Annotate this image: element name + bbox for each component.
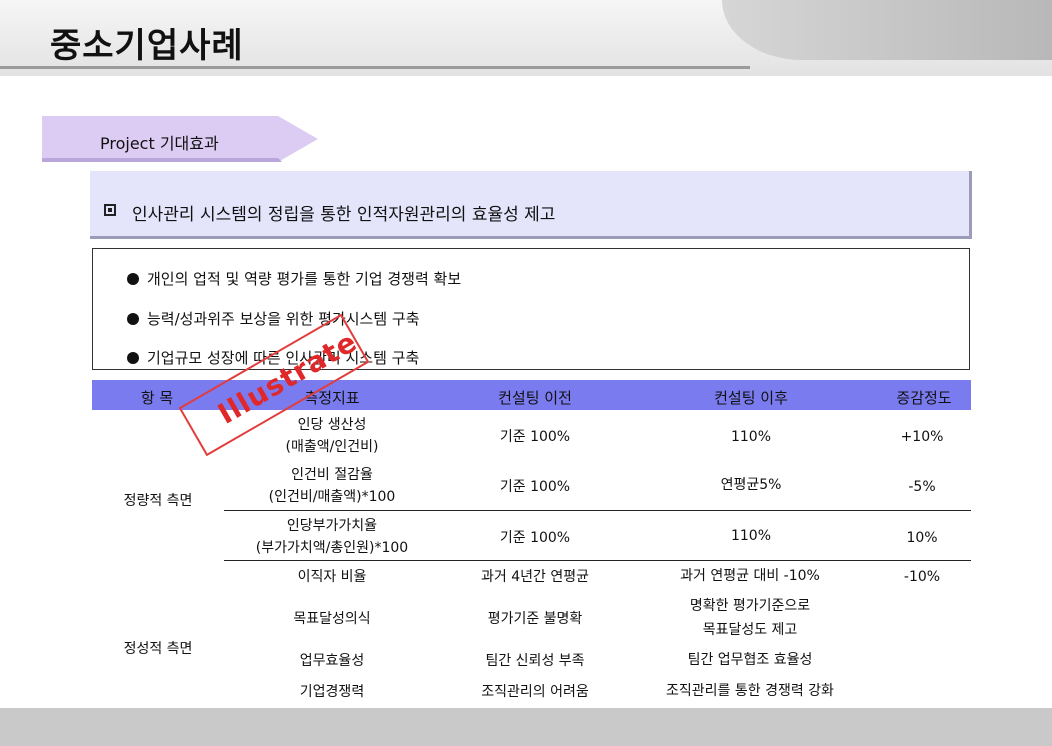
bullet-icon — [127, 273, 139, 285]
before-cell: 과거 4년간 연평균 — [481, 569, 589, 585]
after-line: 명확한 평가기준으로 — [689, 598, 811, 614]
metric-cell: 업무효율성 — [299, 653, 365, 669]
metric-cell: 목표달성의식 — [293, 611, 371, 627]
before-cell: 기준 100% — [499, 429, 571, 445]
column-header-change: 증감정도 — [896, 389, 952, 407]
after-line: 목표달성도 제고 — [702, 622, 798, 638]
after-cell: 연평균5% — [720, 477, 782, 493]
section-tag: Project 기대효과 — [42, 116, 318, 162]
category-label: 정성적 측면 — [123, 641, 193, 657]
metric-cell: 기업경쟁력 — [299, 684, 365, 700]
before-cell: 기준 100% — [499, 479, 571, 495]
change-cell: 10% — [906, 530, 938, 546]
before-cell: 평가기준 불명확 — [487, 611, 583, 627]
bullet-icon — [127, 352, 139, 364]
before-cell: 조직관리의 어려움 — [481, 684, 589, 700]
title-underline — [0, 66, 750, 69]
metric-cell: 인건비 절감율 (인건비/매출액)*100 — [232, 464, 432, 508]
metric-formula: (부가가치액/총인원)*100 — [255, 540, 409, 556]
metric-name: 인건비 절감율 — [291, 467, 373, 483]
metric-formula: (매출액/인건비) — [285, 439, 379, 455]
metric-cell: 이직자 비율 — [297, 569, 367, 585]
list-item: 능력/성과위주 보상을 위한 평가시스템 구축 — [127, 308, 420, 329]
before-cell: 기준 100% — [499, 530, 571, 546]
category-label: 정량적 측면 — [123, 493, 193, 509]
row-divider — [224, 510, 971, 511]
after-cell: 조직관리를 통한 경쟁력 강화 — [666, 683, 834, 699]
square-bullet-icon — [104, 204, 116, 216]
after-cell: 팀간 업무협조 효율성 — [687, 652, 813, 668]
metric-cell: 인당부가가치율 (부가가치액/총인원)*100 — [222, 515, 442, 559]
header-accent — [722, 0, 1052, 60]
after-cell: 과거 연평균 대비 -10% — [680, 568, 820, 584]
page-title: 중소기업사례 — [50, 26, 244, 66]
column-header-before: 컨설팅 이전 — [498, 389, 572, 407]
summary-banner-text: 인사관리 시스템의 정립을 통한 인적자원관리의 효율성 제고 — [132, 205, 556, 225]
bullet-icon — [127, 313, 139, 325]
group-divider — [224, 560, 971, 561]
change-cell: +10% — [900, 429, 944, 445]
change-cell: -10% — [903, 569, 941, 585]
column-header-after: 컨설팅 이후 — [714, 389, 788, 407]
list-item: 개인의 업적 및 역량 평가를 통한 기업 경쟁력 확보 — [127, 268, 461, 289]
bullet-list: 개인의 업적 및 역량 평가를 통한 기업 경쟁력 확보 능력/성과위주 보상을… — [92, 248, 970, 370]
metric-name: 인당부가가치율 — [286, 518, 378, 534]
section-tag-label: Project 기대효과 — [100, 134, 219, 153]
list-item-text: 개인의 업적 및 역량 평가를 통한 기업 경쟁력 확보 — [147, 270, 462, 288]
after-cell: 110% — [730, 429, 772, 445]
footer-band — [0, 708, 1052, 746]
metric-formula: (인건비/매출액)*100 — [268, 489, 396, 505]
summary-banner: 인사관리 시스템의 정립을 통한 인적자원관리의 효율성 제고 — [90, 171, 972, 239]
before-cell: 팀간 신뢰성 부족 — [485, 653, 585, 669]
list-item-text: 능력/성과위주 보상을 위한 평가시스템 구축 — [147, 310, 420, 328]
after-cell: 110% — [730, 528, 772, 544]
change-cell: -5% — [908, 479, 936, 495]
after-cell: 명확한 평가기준으로 목표달성도 제고 — [628, 595, 872, 641]
